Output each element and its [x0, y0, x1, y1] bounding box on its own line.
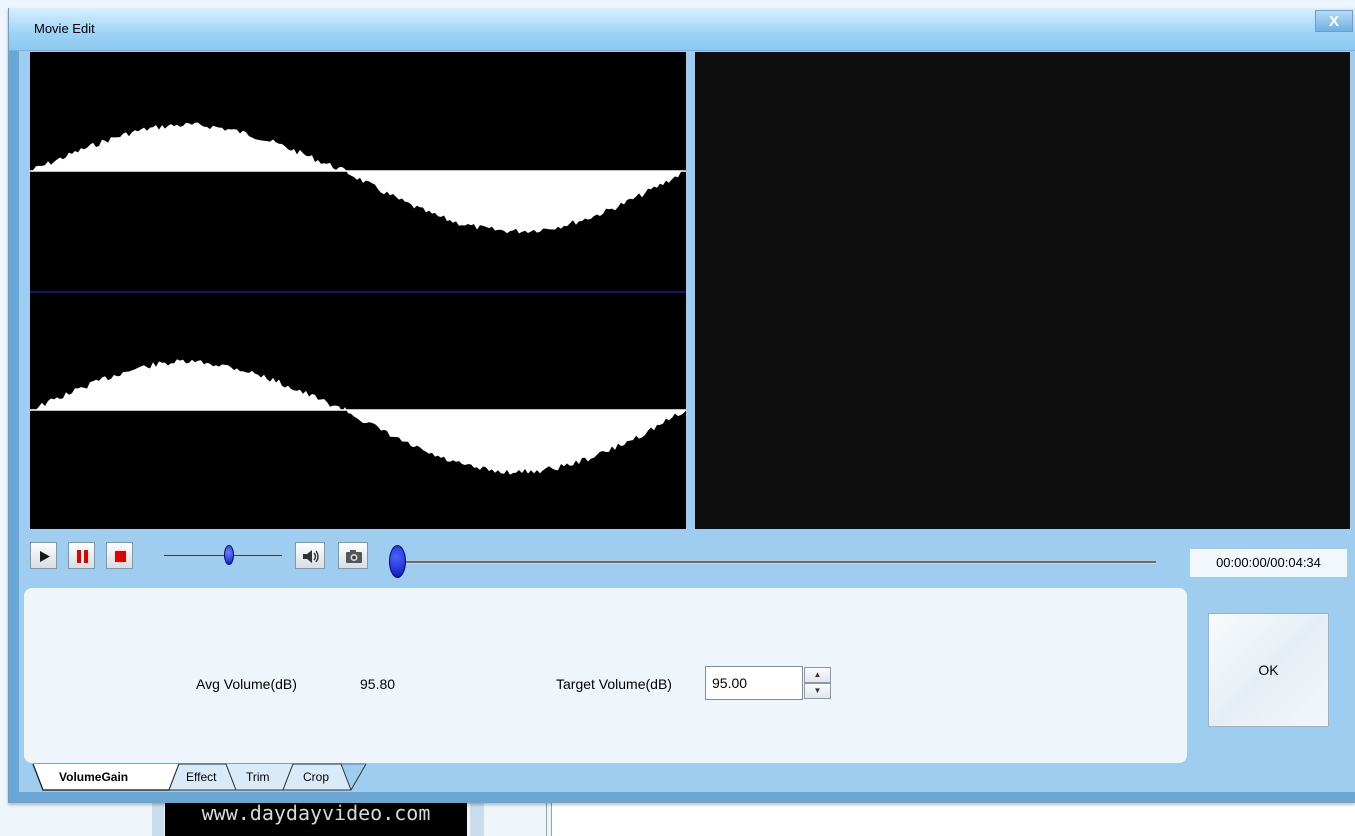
movie-edit-dialog: Movie Edit X 00:00:00/00:04:34 Avg Volum… [8, 8, 1355, 803]
volume-slider-track[interactable] [164, 555, 282, 556]
play-button[interactable] [30, 542, 57, 569]
waveform-channel-left [30, 122, 686, 234]
pause-button[interactable] [68, 542, 95, 569]
volume-gain-panel: Avg Volume(dB) 95.80 Target Volume(dB) ▲… [24, 588, 1187, 763]
target-volume-input[interactable] [705, 666, 803, 700]
target-volume-spin-down[interactable]: ▼ [804, 683, 831, 699]
background-logo-text: www.daydayvideo.com [201, 801, 431, 825]
target-volume-label: Target Volume(dB) [556, 676, 672, 692]
time-readout: 00:00:00/00:04:34 [1190, 549, 1347, 577]
snapshot-button[interactable] [338, 542, 368, 569]
waveform-graphic [30, 122, 686, 475]
stop-button[interactable] [106, 542, 133, 569]
volume-slider-thumb[interactable] [223, 545, 234, 565]
stop-icon [115, 551, 126, 562]
ok-button[interactable]: OK [1208, 613, 1329, 727]
avg-volume-label: Avg Volume(dB) [196, 676, 297, 692]
spin-up-arrow-icon: ▲ [813, 670, 822, 679]
tab-crop[interactable]: Crop [303, 770, 329, 784]
tab-effect[interactable]: Effect [186, 770, 216, 784]
speaker-icon [303, 550, 319, 563]
play-icon [40, 551, 50, 562]
dialog-left-edge [9, 51, 19, 801]
target-volume-spin-up[interactable]: ▲ [804, 667, 831, 683]
close-icon: X [1328, 13, 1339, 30]
pause-icon [77, 550, 88, 563]
spin-down-arrow-icon: ▼ [813, 686, 822, 695]
camera-icon [346, 550, 362, 563]
close-button[interactable]: X [1315, 10, 1353, 32]
waveform-channel-right [30, 359, 686, 475]
edit-mode-tabs: VolumeGain Effect Trim Crop [21, 754, 371, 792]
seek-bar-track[interactable] [399, 561, 1156, 564]
dialog-bottom-edge [9, 792, 1355, 803]
mute-button[interactable] [295, 542, 325, 569]
audio-waveform-view[interactable] [30, 52, 686, 529]
video-preview [695, 52, 1350, 529]
title-bar[interactable]: Movie Edit X [9, 8, 1355, 51]
tab-trim[interactable]: Trim [246, 770, 270, 784]
avg-volume-value: 95.80 [360, 676, 396, 692]
tab-volumegain[interactable]: VolumeGain [59, 770, 128, 784]
window-title: Movie Edit [34, 21, 95, 36]
seek-bar-thumb[interactable] [389, 545, 406, 578]
